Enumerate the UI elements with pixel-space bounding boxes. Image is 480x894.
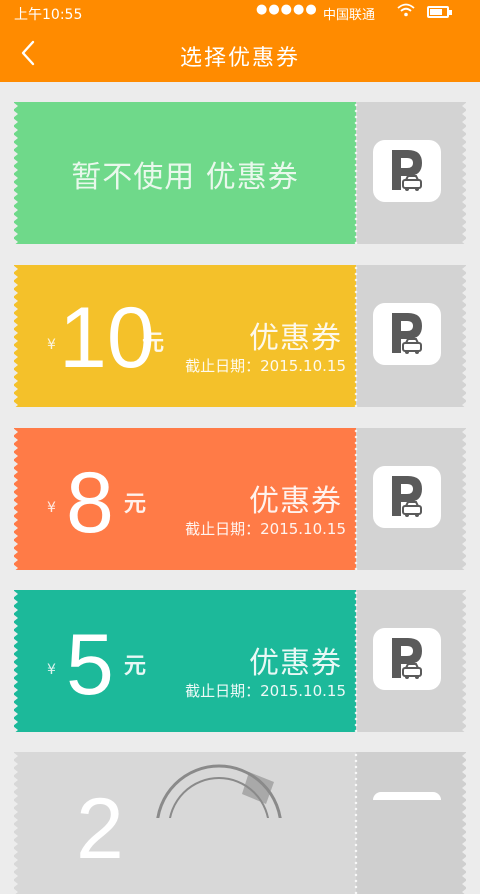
parking-car-icon	[373, 792, 441, 800]
carrier-name: 中国联通	[323, 8, 376, 23]
app-header: 选择优惠券	[0, 26, 480, 82]
coupon-none[interactable]: 暂不使用 优惠券	[13, 102, 467, 244]
zigzag-edge	[462, 590, 467, 732]
parking-car-icon	[373, 466, 441, 528]
zigzag-edge	[462, 752, 467, 894]
currency-symbol: ¥	[47, 337, 56, 353]
status-bar: 上午10:55 ●●●●● 中国联通	[0, 0, 480, 26]
zigzag-edge	[13, 265, 18, 407]
coupon-unit: 元	[124, 492, 147, 517]
coupon-amount: 10	[59, 290, 155, 386]
coupon-10[interactable]: ¥ 10 元 优惠券 截止日期：2015.10.15	[13, 265, 467, 407]
zigzag-edge	[13, 752, 18, 894]
perforation	[354, 590, 358, 732]
coupon-deadline: 截止日期：2015.10.15	[185, 682, 346, 700]
currency-symbol: ¥	[47, 500, 56, 516]
coupon-deadline: 截止日期：2015.10.15	[185, 357, 346, 375]
used-stamp-icon	[156, 764, 282, 818]
battery-icon	[427, 6, 452, 18]
perforation	[354, 265, 358, 407]
zigzag-edge	[462, 428, 467, 570]
zigzag-edge	[13, 102, 18, 244]
coupon-5[interactable]: ¥ 5 元 优惠券 截止日期：2015.10.15	[13, 590, 467, 732]
parking-car-icon	[373, 303, 441, 365]
coupon-title: 优惠券	[249, 321, 342, 356]
parking-car-icon	[373, 628, 441, 690]
coupon-amount: 2	[76, 781, 124, 877]
coupon-unit: 元	[124, 654, 147, 679]
coupon-amount: 8	[66, 455, 114, 551]
coupon-stub	[356, 752, 466, 894]
coupon-title: 优惠券	[249, 646, 342, 681]
zigzag-edge	[462, 265, 467, 407]
signal-icon: ●●●●●	[256, 2, 318, 17]
zigzag-edge	[13, 590, 18, 732]
coupon-unit: 元	[142, 331, 165, 356]
currency-symbol: ¥	[47, 662, 56, 678]
coupon-8[interactable]: ¥ 8 元 优惠券 截止日期：2015.10.15	[13, 428, 467, 570]
no-coupon-label: 暂不使用 优惠券	[71, 160, 299, 195]
coupon-title: 优惠券	[249, 484, 342, 519]
wifi-icon	[397, 3, 415, 21]
perforation	[354, 752, 358, 894]
coupon-used[interactable]: 2	[13, 752, 467, 894]
coupon-deadline: 截止日期：2015.10.15	[185, 520, 346, 538]
coupon-amount: 5	[66, 617, 114, 713]
zigzag-edge	[462, 102, 467, 244]
page-title: 选择优惠券	[179, 46, 300, 71]
status-time: 上午10:55	[14, 7, 83, 23]
parking-car-icon	[373, 140, 441, 202]
perforation	[354, 428, 358, 570]
zigzag-edge	[13, 428, 18, 570]
